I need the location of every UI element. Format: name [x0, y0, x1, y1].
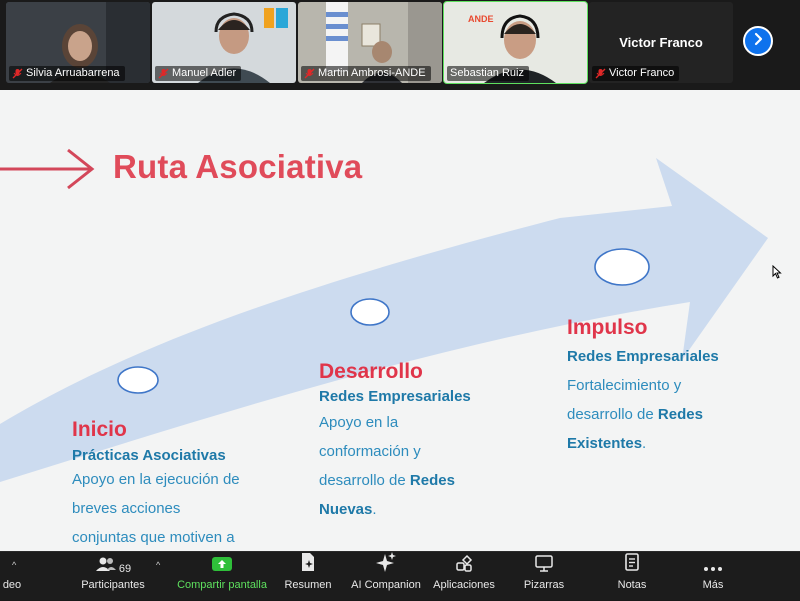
- notes-button[interactable]: Notas: [606, 552, 658, 601]
- participant-name: Manuel Adler: [172, 67, 237, 79]
- participants-button[interactable]: 69 Participantes: [76, 552, 150, 601]
- svg-text:ANDE: ANDE: [468, 14, 494, 24]
- stage-subheading: Redes Empresariales: [319, 388, 471, 405]
- mic-muted-icon: [158, 68, 169, 79]
- participant-name: Victor Franco: [609, 67, 675, 79]
- stage-description: Fortalecimiento y desarrollo de Redes Ex…: [567, 377, 703, 452]
- participant-nameplate: Victor Franco: [592, 66, 680, 81]
- mic-muted-icon: [595, 68, 606, 79]
- participant-name: Silvia Arruabarrena: [26, 67, 120, 79]
- more-button[interactable]: Más: [690, 552, 736, 601]
- shared-screen-slide: Ruta Asociativa Inicio Prácticas Asociat…: [0, 90, 800, 551]
- stage-description: Apoyo en la conformación y desarrollo de…: [319, 414, 455, 518]
- participant-tile[interactable]: Silvia Arruabarrena: [6, 2, 150, 83]
- stage-heading: Inicio: [72, 418, 127, 441]
- whiteboard-icon: [534, 554, 554, 575]
- participant-nameplate: Sebastian Ruiz: [447, 66, 529, 81]
- stage-description: Apoyo en la ejecución de breves acciones…: [72, 471, 240, 546]
- title-arrow-icon: [0, 148, 95, 190]
- stage-subheading: Redes Empresariales: [567, 348, 719, 365]
- apps-button[interactable]: Aplicaciones: [430, 552, 498, 601]
- milestone-marker: [594, 248, 650, 286]
- slide-title: Ruta Asociativa: [113, 148, 363, 185]
- notes-icon: [624, 552, 640, 575]
- chevron-right-icon: [751, 32, 765, 51]
- participant-name: Martin Ambrosi-ANDE: [318, 67, 426, 79]
- participant-tile[interactable]: Manuel Adler: [152, 2, 296, 83]
- milestone-marker: [350, 298, 390, 326]
- participant-strip: Silvia Arruabarrena Manuel Adler Martin …: [0, 0, 800, 90]
- summary-button[interactable]: Resumen: [280, 552, 336, 601]
- share-screen-button[interactable]: Compartir pantalla: [172, 552, 272, 601]
- participant-nameplate: Manuel Adler: [155, 66, 242, 81]
- stage-heading: Desarrollo: [319, 360, 423, 383]
- more-dots-icon: [703, 563, 723, 575]
- participant-nameplate: Martin Ambrosi-ANDE: [301, 66, 431, 81]
- ai-companion-button[interactable]: AI Companion: [346, 552, 426, 601]
- stage-heading: Impulso: [567, 316, 648, 339]
- share-screen-icon: [211, 556, 233, 575]
- video-options-caret[interactable]: ^: [12, 560, 16, 570]
- apps-icon: [455, 554, 473, 575]
- participant-display-name: Victor Franco: [619, 35, 703, 50]
- participants-options-caret[interactable]: ^: [156, 560, 160, 570]
- participant-tile[interactable]: Victor Franco Victor Franco: [589, 2, 733, 83]
- participants-icon: [95, 556, 117, 575]
- whiteboards-button[interactable]: Pizarras: [516, 552, 572, 601]
- summary-icon: [300, 552, 316, 575]
- next-page-button[interactable]: [743, 26, 773, 56]
- meeting-toolbar: deo ^ 69 Participantes ^ Compartir panta…: [0, 551, 800, 600]
- participants-count: 69: [118, 563, 132, 575]
- mic-muted-icon: [304, 68, 315, 79]
- mic-muted-icon: [12, 68, 23, 79]
- participant-name: Sebastian Ruiz: [450, 67, 524, 79]
- participant-tile-active[interactable]: ANDE Sebastian Ruiz: [443, 1, 588, 84]
- mouse-cursor-icon: [772, 264, 782, 284]
- milestone-marker: [117, 366, 159, 394]
- participant-tile[interactable]: Martin Ambrosi-ANDE: [298, 2, 442, 83]
- participant-nameplate: Silvia Arruabarrena: [9, 66, 125, 81]
- sparkle-icon: [375, 552, 397, 575]
- stage-subheading: Prácticas Asociativas: [72, 447, 226, 464]
